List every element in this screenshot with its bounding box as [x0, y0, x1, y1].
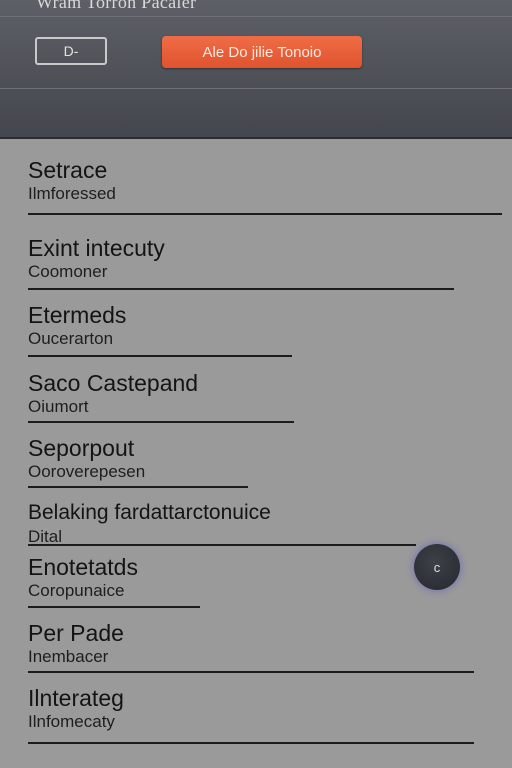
list-item-label: Enotetatds: [28, 554, 138, 580]
list-item-subtitle: Ooroverepesen: [28, 462, 146, 481]
window-title: Wram Torron Pacaler: [36, 0, 197, 12]
list-item-subtitle: Oucerarton: [28, 329, 114, 348]
list-item-label: Per Pade: [28, 620, 124, 646]
toolbar-divider: [0, 88, 512, 89]
list-item[interactable]: Setrace Ilmforessed: [28, 157, 502, 215]
list-item-subtitle: Coropunaice: [28, 581, 125, 600]
list-item-label: Saco Castepand: [28, 370, 199, 396]
list-item-divider: [28, 213, 502, 215]
list-item-label: Ilnterateg: [28, 685, 124, 711]
list-item-label: Seporpout: [28, 435, 135, 461]
list-item[interactable]: Ilnterateg Ilnfomecaty: [28, 685, 474, 744]
circle-button-icon[interactable]: c: [414, 544, 460, 590]
list-item[interactable]: Etermeds Oucerarton: [28, 302, 292, 357]
list-item-label: Belaking fardattarctonuice: [28, 501, 271, 524]
list-item-divider: [28, 355, 292, 357]
header-divider: [0, 16, 512, 17]
list-item[interactable]: Enotetatds Coropunaice: [28, 554, 200, 608]
list-item-label: Etermeds: [28, 302, 127, 328]
list-item-label: Setrace: [28, 157, 108, 183]
list-item-divider: [28, 486, 248, 488]
list-item-subtitle: Ilmforessed: [28, 184, 116, 203]
list-item[interactable]: Per Pade Inembacer: [28, 620, 474, 673]
list-item-divider: [28, 671, 474, 673]
back-button[interactable]: D-: [35, 37, 107, 65]
list-item[interactable]: Saco Castepand Oiumort: [28, 370, 294, 423]
list-item-subtitle: Oiumort: [28, 397, 89, 416]
top-bar: Wram Torron Pacaler D- Ale Do jilie Tono…: [0, 0, 512, 139]
list-item[interactable]: Seporpout Ooroverepesen: [28, 435, 248, 488]
list-item-divider: [28, 742, 474, 744]
list-item-label: Exint intecuty: [28, 235, 165, 261]
list-item-divider: [28, 606, 200, 608]
list-item-divider: [28, 421, 294, 423]
list-item-subtitle: Coomoner: [28, 262, 108, 281]
primary-action-button[interactable]: Ale Do jilie Tonoio: [162, 36, 362, 68]
list-item-divider: [28, 288, 454, 290]
list-item[interactable]: Exint intecuty Coomoner: [28, 235, 454, 290]
list-item-subtitle: Ilnfomecaty: [28, 712, 115, 731]
list-item[interactable]: Belaking fardattarctonuice Dital: [28, 500, 416, 547]
list-item-subtitle: Inembacer: [28, 647, 109, 666]
list-item-divider: [28, 544, 416, 546]
